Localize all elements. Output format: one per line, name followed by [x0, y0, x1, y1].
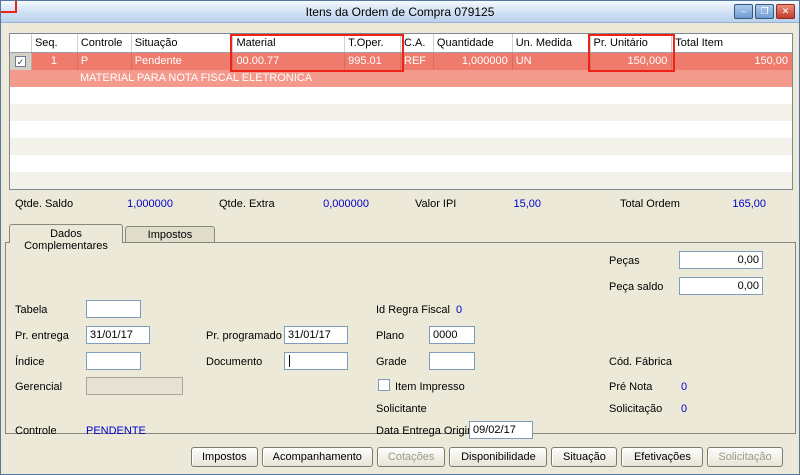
disponibilidade-button[interactable]: Disponibilidade [449, 447, 548, 467]
qtde-saldo-value: 1,000000 [127, 198, 173, 210]
empty-grid-row [10, 155, 792, 172]
qtde-extra-value: 0,000000 [323, 198, 369, 210]
column-header-selector [10, 34, 32, 52]
qtde-saldo-label: Qtde. Saldo [15, 198, 74, 210]
window-title: Itens da Ordem de Compra 079125 [305, 4, 495, 19]
controle-value: PENDENTE [86, 425, 146, 437]
cell-controle: P [78, 53, 132, 70]
pre-nota-label: Pré Nota [609, 381, 653, 393]
minimize-icon[interactable]: – [734, 4, 753, 19]
pecas-field[interactable] [679, 251, 763, 269]
empty-grid-row [10, 172, 792, 189]
peca-saldo-label: Peça saldo [609, 281, 664, 293]
grade-label: Grade [376, 356, 407, 368]
cotacoes-button: Cotações [376, 447, 446, 467]
plano-field[interactable] [429, 326, 475, 344]
footer-button-row: Impostos Acompanhamento Cotações Disponi… [191, 447, 783, 467]
documento-label: Documento [206, 356, 263, 368]
cell-total-item: 150,00 [754, 55, 788, 67]
gerencial-field [86, 377, 183, 395]
pr-entrega-field[interactable] [86, 326, 150, 344]
valor-ipi-value: 15,00 [513, 198, 541, 210]
tab-impostos[interactable]: Impostos [125, 226, 215, 243]
peca-saldo-field[interactable] [679, 277, 763, 295]
solicitante-label: Solicitante [376, 403, 427, 415]
data-entrega-original-label: Data Entrega Original [376, 425, 482, 437]
data-entrega-original-field[interactable] [469, 421, 533, 439]
qtde-extra-label: Qtde. Extra [219, 198, 275, 210]
valor-ipi-label: Valor IPI [415, 198, 457, 210]
maximize-icon[interactable]: ❐ [755, 4, 774, 19]
cell-situacao: Pendente [132, 53, 234, 70]
column-header-seq: Seq. [32, 34, 78, 52]
total-ordem-label: Total Ordem [620, 198, 680, 210]
title-bar: Itens da Ordem de Compra 079125 [1, 1, 799, 23]
solicitacao-label: Solicitação [609, 403, 663, 415]
pecas-label: Peças [609, 255, 640, 267]
plano-label: Plano [376, 330, 405, 342]
empty-grid-row [10, 104, 792, 121]
column-header-quantidade: Quantidade [434, 34, 513, 52]
id-regra-fiscal-value: 0 [456, 304, 463, 316]
cell-quantidade: 1,000000 [434, 53, 513, 70]
pr-programado-label: Pr. programado [206, 330, 282, 342]
column-header-toper: T.Oper. [345, 34, 401, 52]
column-header-controle: Controle [78, 34, 132, 52]
indice-label: Índice [15, 356, 45, 368]
table-row[interactable]: ✓ 1 P Pendente 00.00.77 995.01 REF 1,000… [10, 53, 792, 70]
cell-ca: REF [401, 53, 434, 70]
dialog-window: Itens da Ordem de Compra 079125 – ❐ ✕ Se… [0, 0, 800, 475]
cell-un-medida: UN [513, 53, 591, 70]
items-grid: Seq. Controle Situação Material T.Oper. … [9, 33, 793, 190]
id-regra-fiscal-label: Id Regra Fiscal [376, 304, 450, 316]
empty-grid-row [10, 121, 792, 138]
efetivacoes-button[interactable]: Efetivações [621, 447, 704, 467]
impostos-button[interactable]: Impostos [191, 447, 258, 467]
cod-fabrica-label: Cód. Fábrica [609, 356, 672, 368]
documento-field[interactable] [284, 352, 348, 370]
row-checkbox-checked[interactable]: ✓ [14, 56, 26, 67]
tabela-label: Tabela [15, 304, 48, 316]
grade-field[interactable] [429, 352, 475, 370]
pr-entrega-label: Pr. entrega [15, 330, 69, 342]
item-impresso-label: Item Impresso [395, 381, 465, 393]
cell-material: 00.00.77 [233, 53, 346, 70]
row-description: MATERIAL PARA NOTA FISCAL ELETRONICA [10, 70, 792, 87]
cell-pr-unitario: 150,000 [591, 53, 673, 70]
tabela-field[interactable] [86, 300, 141, 318]
controle-label: Controle [15, 425, 57, 437]
situacao-button[interactable]: Situação [551, 447, 618, 467]
column-header-ca: C.A. [401, 34, 434, 52]
grid-header-row: Seq. Controle Situação Material T.Oper. … [10, 34, 792, 53]
column-header-situacao: Situação [132, 34, 234, 52]
indice-field[interactable] [86, 352, 141, 370]
cell-seq: 1 [32, 53, 78, 70]
close-icon[interactable]: ✕ [776, 4, 795, 19]
column-header-pr-unitario: Pr. Unitário [591, 34, 673, 52]
row-selector-cell: ✓ [10, 53, 32, 70]
tab-dados-complementares[interactable]: Dados Complementares [9, 224, 123, 252]
empty-grid-row [10, 138, 792, 155]
item-impresso-checkbox[interactable] [378, 379, 390, 391]
window-controls: – ❐ ✕ [734, 4, 795, 19]
gerencial-label: Gerencial [15, 381, 63, 393]
acompanhamento-button[interactable]: Acompanhamento [261, 447, 373, 467]
text-caret [289, 355, 290, 367]
pre-nota-value: 0 [681, 381, 688, 393]
column-header-total-item: Total Item [675, 37, 723, 49]
solicitacao-value: 0 [681, 403, 688, 415]
total-ordem-value: 165,00 [732, 198, 766, 210]
column-header-material: Material [233, 34, 346, 52]
column-header-un-medida: Un. Medida [513, 34, 591, 52]
solicitacao-button: Solicitação [707, 447, 783, 467]
empty-grid-row [10, 87, 792, 104]
cell-toper: 995.01 [345, 53, 401, 70]
pr-programado-field[interactable] [284, 326, 348, 344]
